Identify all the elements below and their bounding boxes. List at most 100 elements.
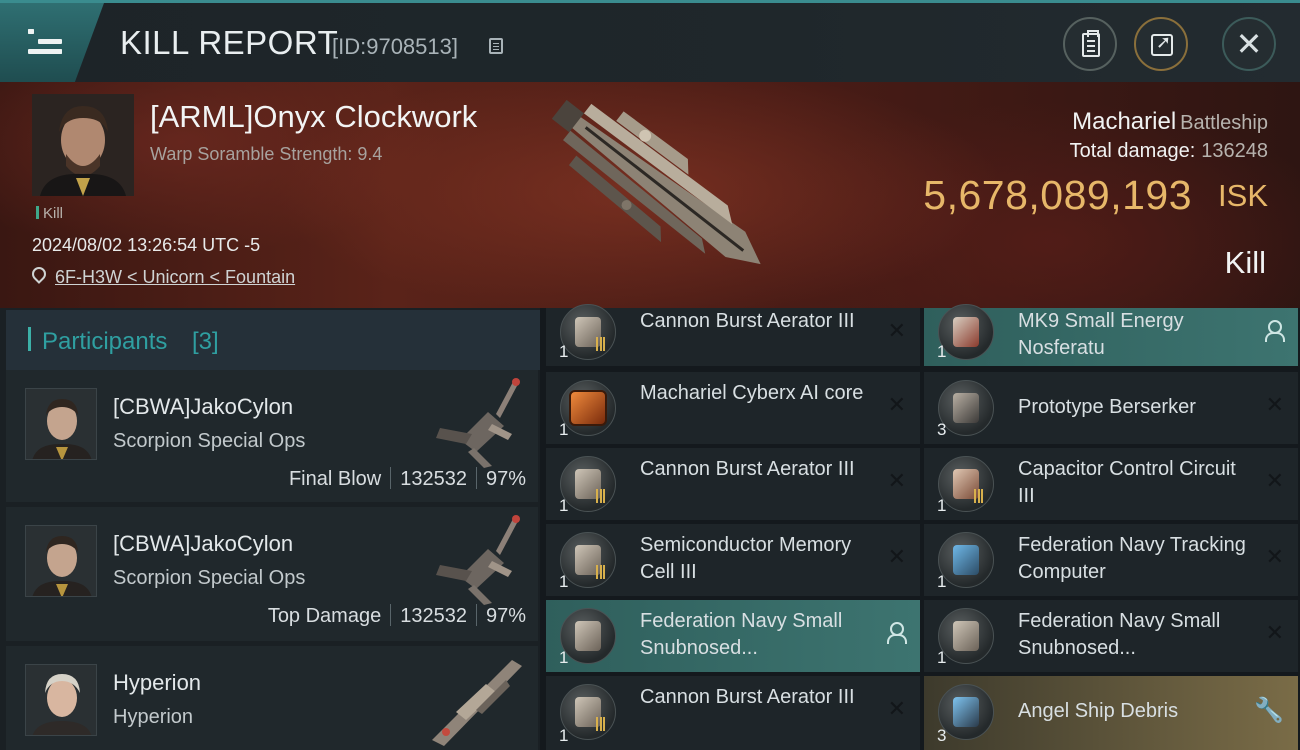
participant-row[interactable]: Hyperion Hyperion [6, 646, 538, 750]
participant-ship-icon [436, 378, 520, 468]
participant-ship-icon [432, 660, 522, 746]
destroyed-x-icon: ✕ [887, 544, 906, 569]
kill-timestamp: 2024/08/02 13:26:54 UTC -5 [32, 235, 261, 255]
destroyed-x-icon: ✕ [1265, 620, 1284, 645]
destroyed-x-icon: ✕ [887, 318, 906, 343]
participant-ship: Hyperion [113, 706, 194, 728]
item-row[interactable]: 1 Federation Navy Tracking Computer ✕ [924, 524, 1298, 596]
item-name: Federation Navy Tracking Computer [1018, 534, 1246, 583]
report-id: [ID:9708513] [332, 34, 458, 59]
location-pin-icon [29, 264, 49, 284]
participant-stats: Final Blow 132532 97% [289, 467, 526, 491]
item-name: Federation Navy Small Snubnosed... [640, 610, 843, 659]
participant-percent: 97% [485, 605, 526, 627]
item-name: Cannon Burst Aerator III [640, 686, 855, 708]
item-row[interactable]: 1 Federation Navy Small Snubnosed... [546, 600, 920, 672]
total-damage-value: 136248 [1201, 140, 1268, 162]
clipboard-button[interactable] [1063, 17, 1117, 71]
item-name: Prototype Berserker [1018, 396, 1196, 418]
destroyed-x-icon: ✕ [1265, 468, 1284, 493]
destroyed-x-icon: ✕ [1265, 392, 1284, 417]
item-quantity: 1 [937, 648, 947, 667]
item-quantity: 1 [559, 496, 569, 515]
participants-header: Participants [3] [6, 310, 540, 370]
item-row[interactable]: 1 Semiconductor Memory Cell III ✕ [546, 524, 920, 596]
item-row[interactable]: 1 Machariel Cyberx AI core ✕ [546, 372, 920, 444]
participant-ship: Scorpion Special Ops [113, 567, 306, 589]
isk-unit: ISK [1218, 178, 1268, 213]
participant-name: [CBWA]JakoCylon [113, 394, 294, 419]
item-quantity: 3 [937, 420, 947, 439]
destroyed-x-icon: ✕ [887, 468, 906, 493]
participant-row[interactable]: [CBWA]JakoCylon Scorpion Special Ops Top… [6, 507, 538, 641]
item-row[interactable]: 1 Cannon Burst Aerator III ✕ [546, 448, 920, 520]
item-name: Federation Navy Small Snubnosed... [1018, 610, 1221, 659]
victim-ship-class: Battleship [1180, 112, 1268, 134]
victim-banner: [ARML]Onyx Clockwork Warp Soramble Stren… [0, 82, 1300, 308]
participant-damage: 132532 [400, 468, 467, 490]
item-row[interactable]: 3 Prototype Berserker ✕ [924, 372, 1298, 444]
fitted-items-left: 1 Cannon Burst Aerator III ✕ 1 Machariel… [546, 304, 920, 750]
page-title: KILL REPORT [120, 24, 339, 61]
item-quantity: 1 [937, 342, 947, 361]
participants-title: Participants [42, 328, 168, 355]
location-link[interactable]: 6F-H3W < Unicorn < Fountain [55, 267, 295, 288]
item-name: Angel Ship Debris [1018, 700, 1179, 722]
item-quantity: 1 [559, 420, 569, 439]
participant-role: Final Blow [288, 468, 382, 490]
item-row[interactable]: 1 MK9 Small Energy Nosferatu [924, 304, 1298, 366]
item-name: Capacitor Control Circuit III [1018, 458, 1236, 507]
victim-ship[interactable]: Machariel Battleship [1072, 108, 1268, 136]
menu-icon[interactable] [28, 29, 62, 55]
participant-avatar [25, 664, 97, 736]
pilot-icon [886, 622, 907, 644]
section-marker [28, 327, 31, 351]
pilot-icon [1264, 320, 1285, 342]
item-name: Cannon Burst Aerator III [640, 310, 855, 332]
stat-divider [390, 467, 392, 489]
victim-portrait[interactable] [32, 94, 134, 196]
participants-panel: Participants [3] [CBWA]JakoCylon Scorpio… [0, 308, 540, 750]
warp-scramble-strength: Warp Soramble Strength: 9.4 [150, 144, 383, 164]
item-name: Semiconductor Memory Cell III [640, 534, 852, 583]
item-row[interactable]: 1 Federation Navy Small Snubnosed... ✕ [924, 600, 1298, 672]
stat-divider [475, 604, 477, 626]
stat-divider [390, 604, 392, 626]
destroyed-x-icon: ✕ [1265, 544, 1284, 569]
participant-name: Hyperion [113, 670, 202, 695]
item-name: Cannon Burst Aerator III [640, 458, 855, 480]
participant-ship: Scorpion Special Ops [113, 430, 306, 452]
item-row[interactable]: 3 Angel Ship Debris 🔧 [924, 676, 1298, 750]
fitted-items-right: 1 MK9 Small Energy Nosferatu 3 Prototype… [924, 304, 1298, 750]
kill-status: Kill [1224, 245, 1266, 280]
item-quantity: 1 [559, 342, 569, 361]
destroyed-x-icon: ✕ [887, 392, 906, 417]
item-quantity: 1 [559, 648, 569, 667]
participant-ship-icon [436, 515, 520, 605]
participant-row[interactable]: [CBWA]JakoCylon Scorpion Special Ops Fin… [6, 370, 538, 502]
item-quantity: 3 [937, 726, 947, 745]
participant-name: [CBWA]JakoCylon [113, 531, 294, 556]
participant-avatar [25, 388, 97, 460]
share-icon [1151, 32, 1173, 56]
copy-icon[interactable] [489, 38, 503, 54]
item-row[interactable]: 1 Capacitor Control Circuit III ✕ [924, 448, 1298, 520]
total-damage: Total damage: 136248 [1070, 140, 1268, 163]
victim-ship-render [551, 99, 761, 265]
item-quantity: 1 [937, 496, 947, 515]
wrench-icon: 🔧 [1254, 697, 1284, 724]
share-button[interactable] [1134, 17, 1188, 71]
participants-count: [3] [192, 328, 219, 355]
item-name: MK9 Small Energy Nosferatu [1018, 310, 1184, 359]
participant-role: Top Damage [267, 605, 382, 627]
victim-name[interactable]: [ARML]Onyx Clockwork [150, 99, 477, 135]
item-row[interactable]: 1 Cannon Burst Aerator III ✕ [546, 304, 920, 366]
item-name: Machariel Cyberx AI core [640, 382, 864, 404]
close-button[interactable]: ✕ [1222, 17, 1276, 71]
participant-damage: 132532 [400, 605, 467, 627]
stat-divider [475, 467, 477, 489]
destroyed-x-icon: ✕ [887, 696, 906, 721]
item-quantity: 1 [559, 572, 569, 591]
item-row[interactable]: 1 Cannon Burst Aerator III ✕ [546, 676, 920, 750]
item-quantity: 1 [937, 572, 947, 591]
